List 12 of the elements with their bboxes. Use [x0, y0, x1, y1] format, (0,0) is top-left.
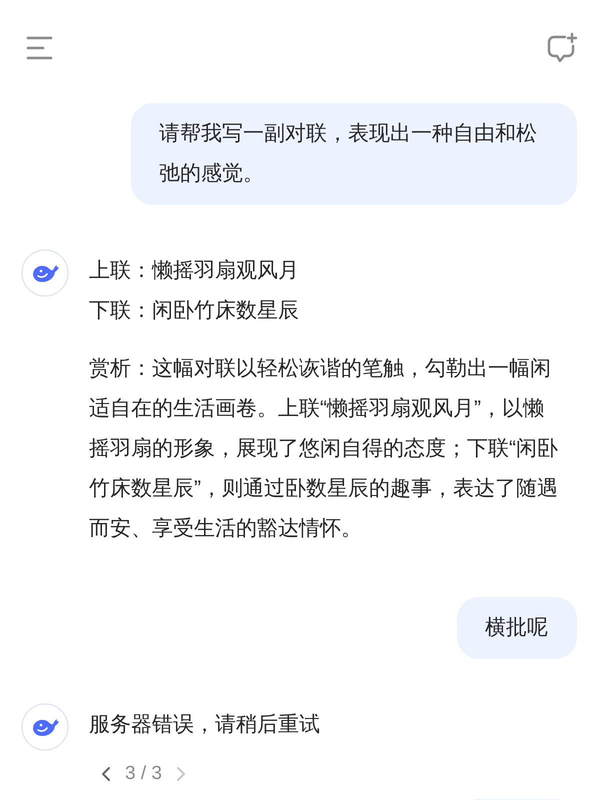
assistant-text: 服务器错误，请稍后重试	[89, 712, 321, 738]
menu-icon[interactable]	[26, 36, 54, 60]
page-counter: 3 / 3	[125, 763, 162, 785]
assistant-text: 上联：懒摇羽扇观风月	[89, 258, 300, 284]
whale-avatar-icon	[21, 249, 69, 297]
whale-avatar-icon	[21, 703, 69, 751]
assistant-text: 下联：闲卧竹床数星辰	[89, 298, 300, 324]
user-message: 横批呢	[457, 597, 577, 659]
assistant-text: 赏析：这幅对联以轻松诙谐的笔触，勾勒出一幅闲适自在的生活画卷。上联“懒摇羽扇观风月”，以懒摇羽扇的形象，展现了悠闲自得的态度；下联“闲卧竹床数星辰”，则通过卧数星辰的趣事，表达了随遇而安、享受生活的豁达情怀。	[89, 356, 559, 542]
user-message: 请帮我写一副对联，表现出一种自由和松弛的感觉。	[131, 103, 577, 205]
new-chat-icon[interactable]	[546, 32, 578, 64]
previous-chevron-icon[interactable]	[101, 766, 111, 782]
